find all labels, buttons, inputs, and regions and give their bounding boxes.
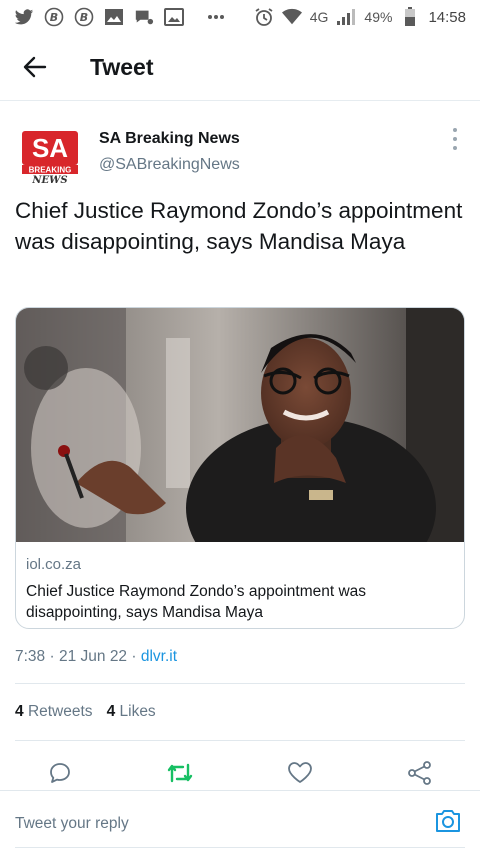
reply-button[interactable] xyxy=(46,759,74,787)
tweet-date: 21 Jun 22 xyxy=(58,648,128,665)
link-card[interactable]: iol.co.za Chief Justice Raymond Zondo’s … xyxy=(15,307,465,629)
likes-count: 4 xyxy=(106,703,116,720)
svg-text:SA: SA xyxy=(32,133,68,163)
b-circle-icon: B xyxy=(44,7,64,27)
back-button[interactable] xyxy=(0,34,70,101)
page-title: Tweet xyxy=(90,53,154,80)
reply-input[interactable]: Tweet your reply xyxy=(15,815,129,833)
camera-icon xyxy=(436,810,460,832)
share-icon xyxy=(408,761,431,785)
retweet-icon xyxy=(167,763,193,783)
image-icon xyxy=(104,8,124,26)
svg-text:BREAKING: BREAKING xyxy=(29,166,72,175)
svg-text:B: B xyxy=(80,11,88,24)
retweet-button[interactable] xyxy=(166,759,194,787)
retweets-label: Retweets xyxy=(27,703,93,720)
tweet-time: 7:38 xyxy=(15,648,46,665)
divider xyxy=(15,740,465,741)
twitter-icon xyxy=(14,8,34,26)
more-dots-icon xyxy=(206,8,226,26)
tweet-source-link[interactable]: dlvr.it xyxy=(141,648,177,665)
battery-percent: 49% xyxy=(364,9,393,25)
card-title: Chief Justice Raymond Zondo’s appointmen… xyxy=(26,583,367,621)
b-circle-icon: B xyxy=(74,7,94,27)
divider xyxy=(15,847,465,848)
card-domain: iol.co.za xyxy=(26,556,82,573)
camera-button[interactable] xyxy=(434,808,462,836)
clock: 14:58 xyxy=(428,8,466,26)
network-type: 4G xyxy=(309,9,329,25)
arrow-left-icon xyxy=(23,56,47,78)
card-image xyxy=(16,308,464,542)
more-vertical-icon xyxy=(453,128,457,132)
likes-label: Likes xyxy=(119,703,156,720)
meta-separator: · xyxy=(131,648,137,665)
author-handle[interactable]: @SABreakingNews xyxy=(99,156,240,174)
retweets-count: 4 xyxy=(15,703,24,720)
like-button[interactable] xyxy=(286,759,314,787)
tweet-actions xyxy=(0,751,480,791)
gallery-icon xyxy=(164,8,184,26)
status-bar: B B 4G 49% 14:58 xyxy=(0,0,480,34)
signal-icon xyxy=(336,8,356,26)
tweet-meta: 7:38 · 21 Jun 22 · dlvr.it xyxy=(15,648,177,666)
share-button[interactable] xyxy=(406,759,434,787)
chat-icon xyxy=(134,8,154,26)
retweets-stat[interactable]: 4 Retweets xyxy=(15,703,93,721)
author-name[interactable]: SA Breaking News xyxy=(99,130,240,148)
svg-text:B: B xyxy=(50,11,58,24)
battery-icon xyxy=(400,7,420,26)
meta-separator: · xyxy=(49,648,55,665)
tweet-author: SA BREAKING NEWS SA Breaking News @SABre… xyxy=(0,118,480,188)
more-options-button[interactable] xyxy=(448,128,462,150)
tweet-text: Chief Justice Raymond Zondo’s appointmen… xyxy=(15,198,463,254)
reply-bar: Tweet your reply xyxy=(0,790,480,854)
tweet-stats: 4 Retweets 4 Likes xyxy=(15,703,156,721)
divider xyxy=(15,683,465,684)
reply-icon xyxy=(50,763,70,783)
svg-text:NEWS: NEWS xyxy=(31,175,67,185)
alarm-icon xyxy=(254,8,274,26)
avatar[interactable]: SA BREAKING NEWS xyxy=(21,127,79,186)
top-app-bar: Tweet xyxy=(0,34,480,101)
likes-stat[interactable]: 4 Likes xyxy=(107,703,156,721)
heart-icon xyxy=(288,762,312,783)
wifi-icon xyxy=(281,8,302,26)
